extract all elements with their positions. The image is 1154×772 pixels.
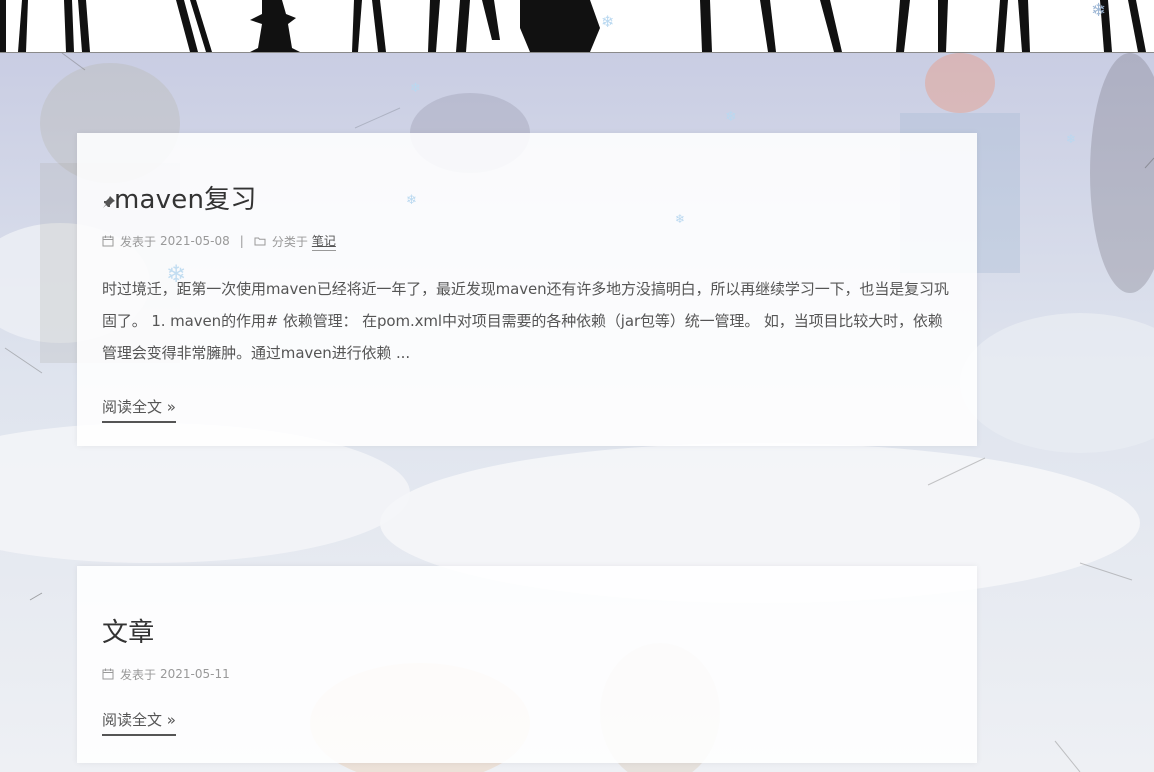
post-title-text[interactable]: maven复习 xyxy=(114,185,257,215)
calendar-icon xyxy=(102,668,114,680)
snowflake-icon: ❄ xyxy=(406,193,417,208)
folder-icon xyxy=(254,237,266,246)
snowflake-icon: ❄ xyxy=(166,260,187,288)
post-excerpt: 时过境迁，距第一次使用maven已经将近一年了，最近发现maven还有许多地方没… xyxy=(102,280,949,362)
snowflake-icon: ❄ xyxy=(410,81,421,96)
post-date-label: 发表于 xyxy=(120,234,157,249)
post-meta: 发表于 2021-05-08 | 分类于 笔记 xyxy=(102,232,952,251)
post-title[interactable]: 文章 xyxy=(102,566,952,649)
post-meta: 发表于 2021-05-11 xyxy=(102,666,952,682)
snowflake-icon: ❄ xyxy=(725,109,737,125)
pushpin-icon xyxy=(103,196,115,208)
post-date: 2021-05-11 xyxy=(160,667,230,681)
post-date: 2021-05-08 xyxy=(160,234,230,248)
snowflake-icon: ❄ xyxy=(1066,132,1077,146)
header-silhouettes xyxy=(0,0,1146,52)
snowflake-icon: ❄ xyxy=(1091,0,1107,21)
meta-divider: | xyxy=(239,234,244,248)
read-more-link[interactable]: 阅读全文 » xyxy=(102,396,176,423)
snowflake-icon: ❄ xyxy=(675,212,686,226)
post-title[interactable]: maven复习 xyxy=(102,133,952,216)
snowflake-icon: ❄ xyxy=(601,12,615,31)
post-category-link[interactable]: 笔记 xyxy=(311,232,336,251)
post-card: 文章 发表于 2021-05-11 阅读全文 » xyxy=(77,566,977,763)
post-date-label: 发表于 xyxy=(120,667,157,682)
post-card: maven复习 发表于 2021-05-08 | 分类于 笔记 时过境迁，距第一… xyxy=(77,133,977,446)
post-title-text[interactable]: 文章 xyxy=(102,618,154,648)
calendar-icon xyxy=(102,235,114,247)
header-banner xyxy=(0,0,1154,53)
post-category-label: 分类于 xyxy=(271,234,308,249)
read-more-link[interactable]: 阅读全文 » xyxy=(102,709,176,736)
